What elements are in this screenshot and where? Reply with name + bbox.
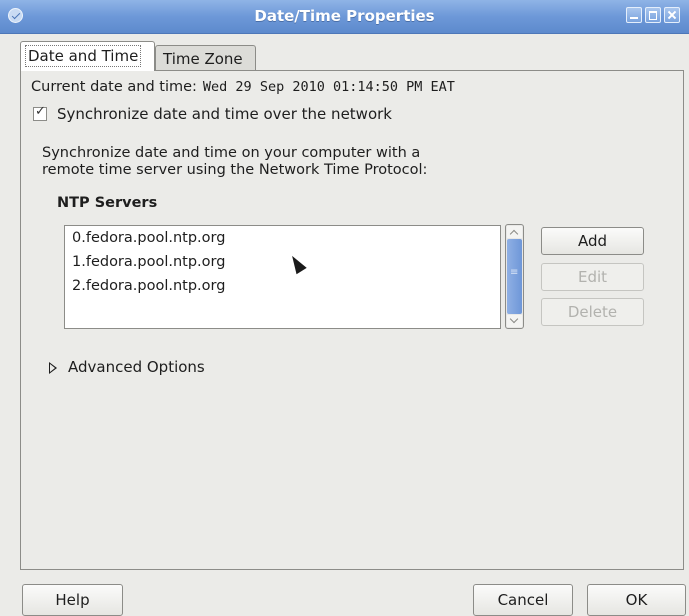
- advanced-options-expander[interactable]: Advanced Options: [68, 358, 205, 376]
- add-server-button[interactable]: Add: [541, 227, 644, 255]
- ntp-servers-heading: NTP Servers: [57, 195, 158, 211]
- list-item[interactable]: 1.fedora.pool.ntp.org: [72, 254, 225, 270]
- expander-arrow-icon[interactable]: [49, 362, 57, 374]
- current-datetime-value: Wed 29 Sep 2010 01:14:50 PM EAT: [202, 79, 455, 95]
- maximize-icon[interactable]: [645, 7, 661, 23]
- sync-network-checkbox[interactable]: [33, 104, 47, 121]
- help-button[interactable]: Help: [22, 584, 123, 616]
- tab-time-zone[interactable]: Time Zone: [155, 45, 256, 71]
- close-icon[interactable]: [664, 7, 680, 23]
- ok-button[interactable]: OK: [587, 584, 686, 616]
- scroll-down-icon[interactable]: [507, 315, 522, 327]
- tab-date-and-time[interactable]: Date and Time: [20, 41, 155, 71]
- list-item[interactable]: 2.fedora.pool.ntp.org: [72, 278, 225, 294]
- current-datetime-label: Current date and time:: [31, 79, 197, 95]
- sync-description-line-2: remote time server using the Network Tim…: [42, 162, 428, 178]
- tab-time-zone-label: Time Zone: [163, 50, 243, 68]
- scroll-up-icon[interactable]: [507, 226, 522, 238]
- sync-description: Synchronize date and time on your comput…: [42, 145, 427, 179]
- ntp-list-scrollbar[interactable]: [505, 224, 524, 329]
- minimize-icon[interactable]: [626, 7, 642, 23]
- delete-server-button[interactable]: Delete: [541, 298, 644, 326]
- datetime-properties-dialog: Date/Time Properties Date and Time Time …: [0, 0, 689, 616]
- sync-network-label[interactable]: Synchronize date and time over the netwo…: [57, 105, 392, 123]
- sync-description-line-1: Synchronize date and time on your comput…: [42, 145, 421, 161]
- cancel-button[interactable]: Cancel: [473, 584, 573, 616]
- title-bar[interactable]: Date/Time Properties: [0, 0, 689, 34]
- ntp-servers-list[interactable]: 0.fedora.pool.ntp.org 1.fedora.pool.ntp.…: [64, 225, 501, 329]
- edit-server-button[interactable]: Edit: [541, 263, 644, 291]
- current-datetime-row: Current date and time: Wed 29 Sep 2010 01…: [31, 79, 455, 95]
- scroll-thumb[interactable]: [507, 239, 522, 314]
- window-title: Date/Time Properties: [254, 7, 435, 25]
- tab-date-and-time-label: Date and Time: [25, 45, 142, 67]
- list-item[interactable]: 0.fedora.pool.ntp.org: [72, 230, 225, 246]
